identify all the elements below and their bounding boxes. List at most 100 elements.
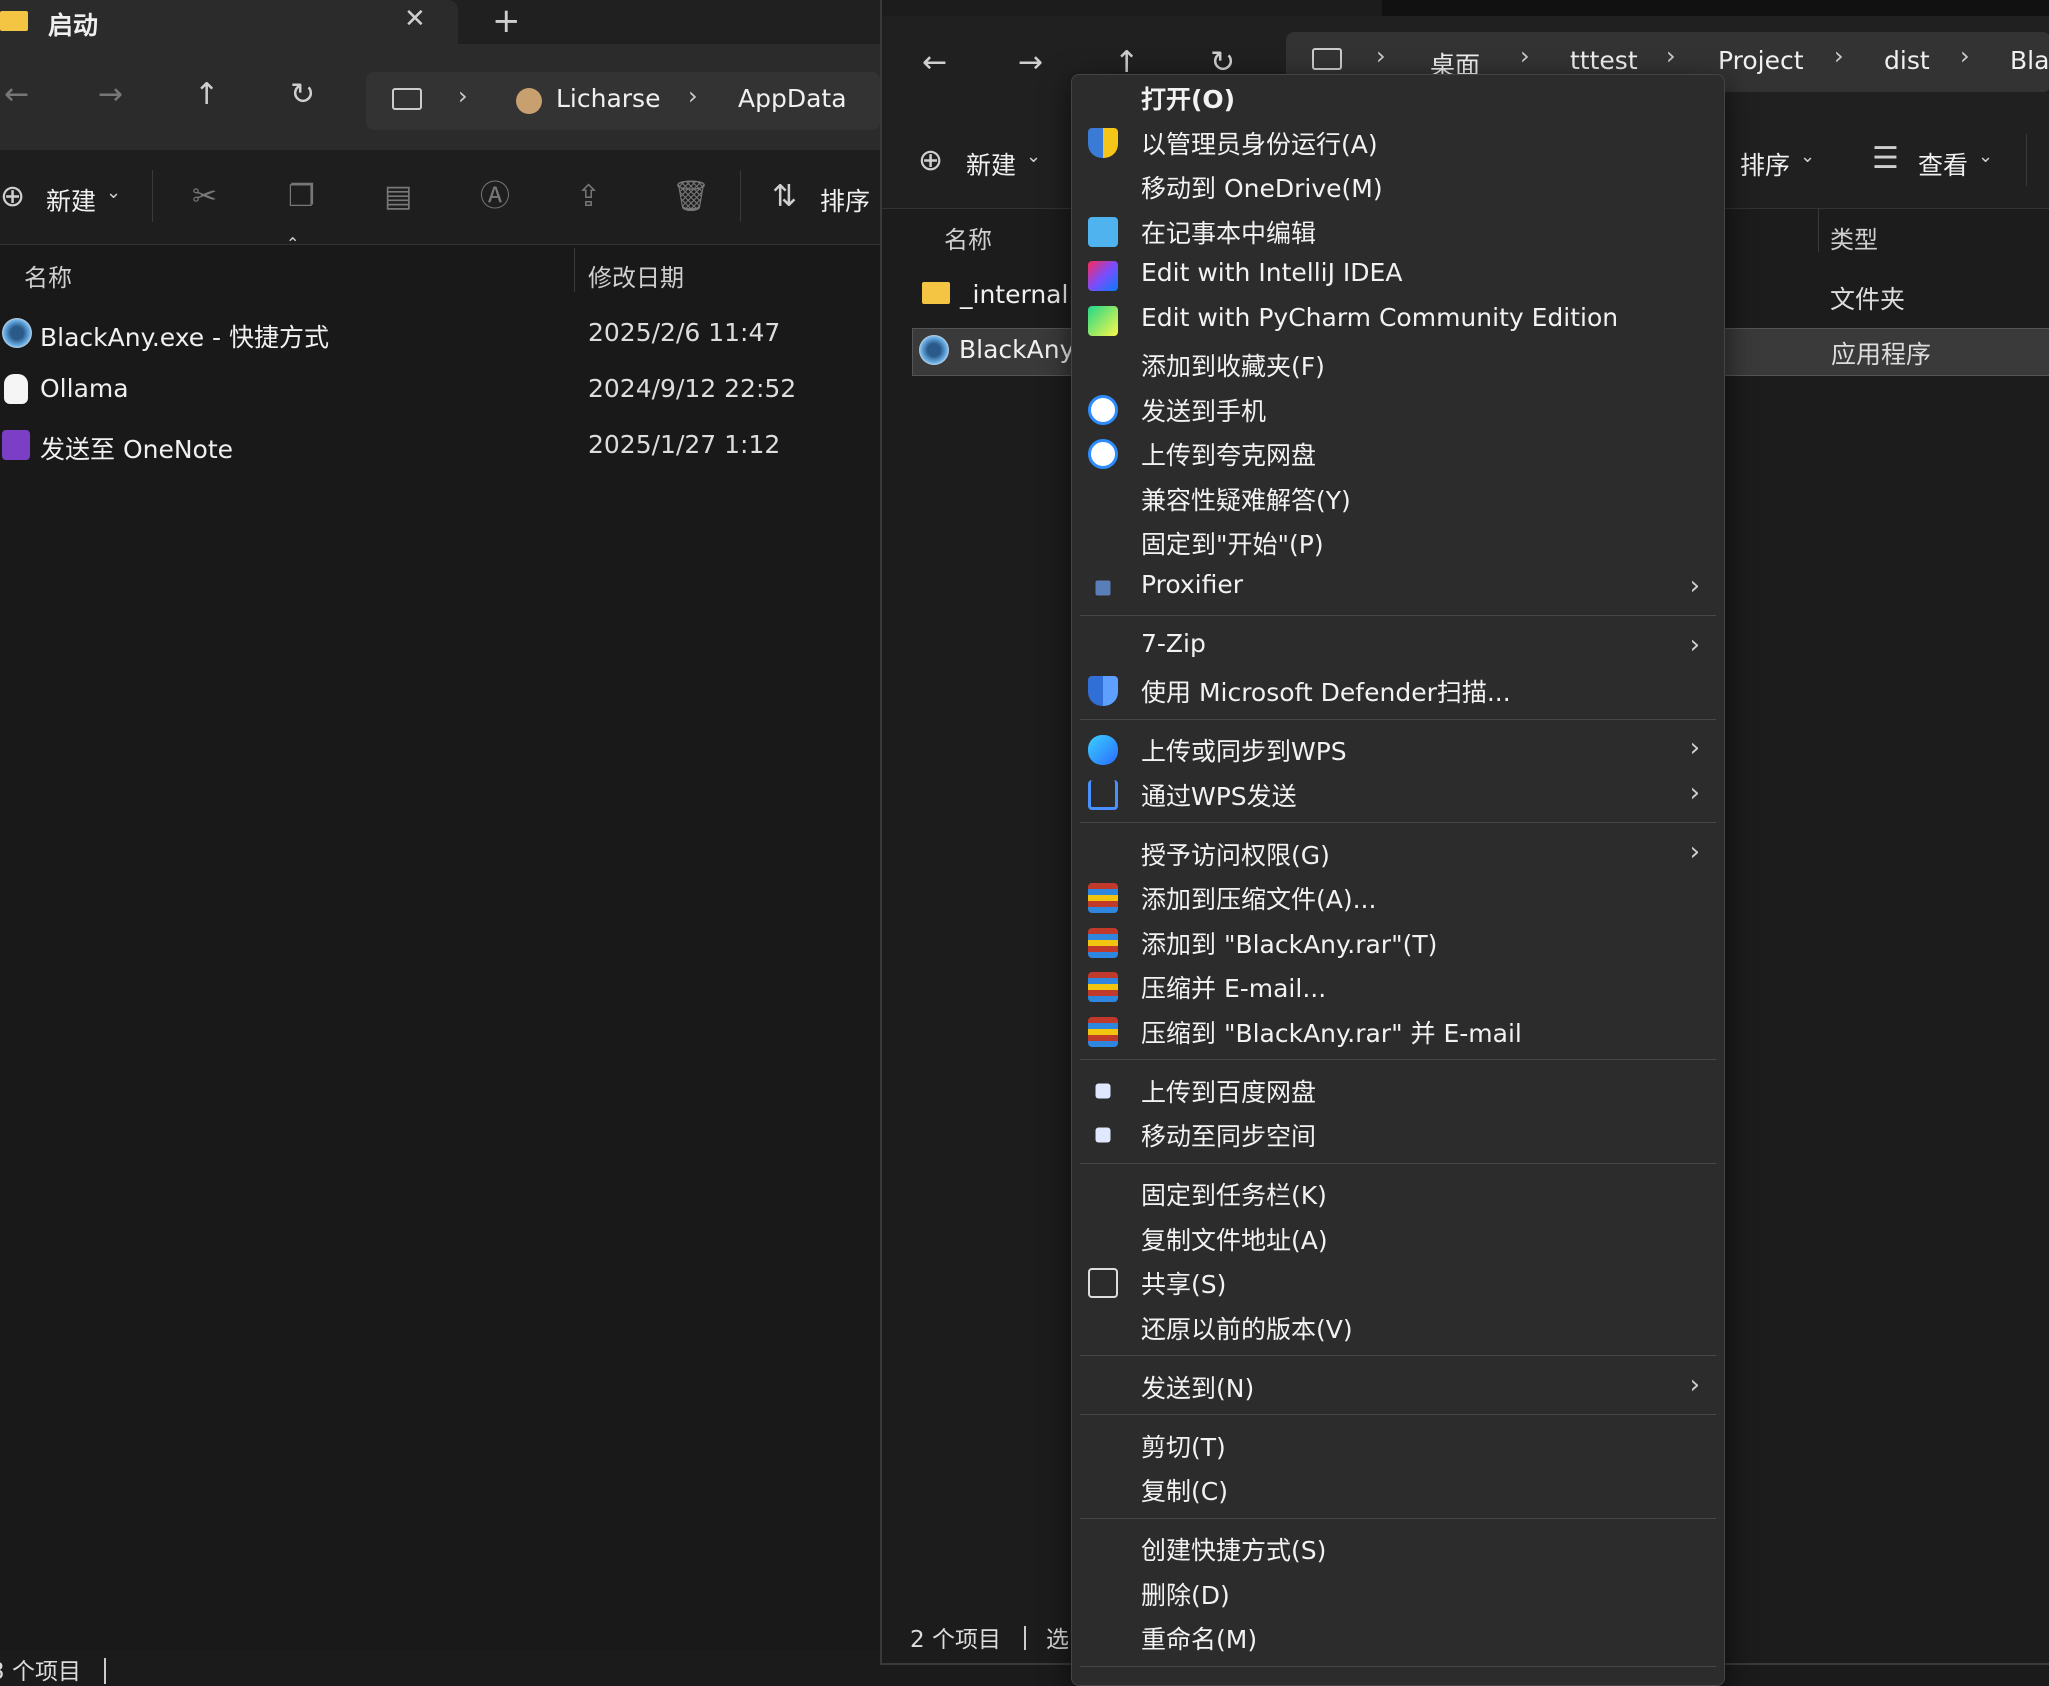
breadcrumb-appdata[interactable]: AppData xyxy=(738,84,847,113)
winrar-icon xyxy=(1088,1016,1118,1047)
menu-item[interactable]: 压缩并 E-mail... xyxy=(1072,964,1724,1008)
sort-button[interactable]: 排序 xyxy=(820,182,870,218)
chevron-right-icon: › xyxy=(1834,42,1844,70)
back-arrow-icon[interactable]: ← xyxy=(4,80,29,110)
chevron-right-icon: › xyxy=(1689,733,1700,763)
menu-item-label: 授予访问权限(G) xyxy=(1141,840,1330,870)
menu-item[interactable]: 固定到任务栏(K) xyxy=(1072,1171,1724,1215)
left-explorer-window: 启动 ✕ + ← → ↑ ↻ › Licharse › AppData ⊕ 新建… xyxy=(0,0,880,1685)
menu-item[interactable]: 添加到压缩文件(A)... xyxy=(1072,875,1724,919)
menu-item[interactable]: 创建快捷方式(S) xyxy=(1072,1526,1724,1570)
menu-item[interactable]: 上传或同步到WPS › xyxy=(1072,727,1724,771)
breadcrumb-project[interactable]: Project xyxy=(1718,46,1804,75)
up-arrow-icon[interactable]: ↑ xyxy=(194,80,219,110)
menu-item[interactable]: 使用 Microsoft Defender扫描... xyxy=(1072,668,1724,712)
left-address-bar[interactable]: › Licharse › AppData xyxy=(366,72,880,130)
breadcrumb-licharse[interactable]: Licharse xyxy=(556,84,660,113)
file-row[interactable]: 发送至 OneNote 2025/1/27 1:12 xyxy=(0,424,880,468)
column-header-name[interactable]: 名称 xyxy=(24,258,72,293)
breadcrumb-bla[interactable]: Bla xyxy=(2010,46,2049,75)
menu-item[interactable]: 剪切(T) xyxy=(1072,1423,1724,1467)
new-plus-icon[interactable]: ⊕ xyxy=(918,146,943,176)
menu-item-label: 使用 Microsoft Defender扫描... xyxy=(1141,678,1511,707)
status-count: 2 个项目 xyxy=(910,1627,1001,1653)
menu-item[interactable]: 上传到夸克网盘 xyxy=(1072,431,1724,475)
notepad-icon xyxy=(1088,216,1118,247)
menu-item[interactable]: 发送到(N) › xyxy=(1072,1364,1724,1408)
refresh-icon[interactable]: ↻ xyxy=(290,80,315,110)
blackany-icon xyxy=(2,318,32,348)
file-row[interactable]: Ollama 2024/9/12 22:52 xyxy=(0,368,880,412)
menu-item[interactable]: 发送到手机 xyxy=(1072,387,1724,431)
menu-item-label: 上传或同步到WPS xyxy=(1141,737,1347,766)
sort-icon[interactable]: ⇅ xyxy=(772,182,797,212)
menu-item[interactable]: 添加到收藏夹(F) xyxy=(1072,342,1724,386)
menu-item[interactable]: 删除(D) xyxy=(1072,1571,1724,1615)
file-name: Ollama xyxy=(40,374,129,403)
breadcrumb-tttest[interactable]: tttest xyxy=(1570,46,1638,75)
menu-item[interactable]: 重命名(M) xyxy=(1072,1615,1724,1659)
menu-separator xyxy=(1080,1162,1716,1164)
menu-item[interactable]: Edit with PyCharm Community Edition xyxy=(1072,298,1724,342)
blackany-icon xyxy=(919,335,949,365)
menu-item-label: 还原以前的版本(V) xyxy=(1141,1314,1353,1344)
column-divider[interactable] xyxy=(1818,208,1819,252)
column-divider[interactable] xyxy=(574,248,575,292)
cut-icon[interactable]: ✂ xyxy=(192,182,217,212)
menu-item[interactable]: 打开(O) xyxy=(1072,75,1724,119)
folder-icon xyxy=(0,11,28,31)
defender-icon xyxy=(1088,676,1118,706)
view-button[interactable]: 查看 xyxy=(1918,146,1968,182)
new-button[interactable]: 新建 xyxy=(966,146,1016,182)
menu-item[interactable]: 通过WPS发送 › xyxy=(1072,772,1724,816)
menu-item[interactable]: 还原以前的版本(V) xyxy=(1072,1305,1724,1349)
menu-item[interactable]: 添加到 "BlackAny.rar"(T) xyxy=(1072,920,1724,964)
forward-arrow-icon[interactable]: → xyxy=(1018,48,1043,78)
menu-item[interactable]: 以管理员身份运行(A) xyxy=(1072,120,1724,164)
menu-item[interactable]: 7-Zip › xyxy=(1072,624,1724,668)
breadcrumb-dist[interactable]: dist xyxy=(1884,46,1930,75)
menu-item[interactable]: 属性(R) xyxy=(1072,1674,1724,1685)
share-icon[interactable]: ⇪ xyxy=(576,182,601,212)
menu-item[interactable]: 在记事本中编辑 xyxy=(1072,209,1724,253)
menu-item[interactable]: 共享(S) xyxy=(1072,1260,1724,1304)
column-header-type[interactable]: 类型 xyxy=(1830,220,1878,255)
menu-item[interactable]: 上传到百度网盘 xyxy=(1072,1068,1724,1112)
menu-item-label: 固定到任务栏(K) xyxy=(1141,1181,1327,1210)
back-arrow-icon[interactable]: ← xyxy=(922,48,947,78)
left-tab[interactable]: 启动 ✕ xyxy=(0,0,458,44)
new-button[interactable]: 新建 xyxy=(46,182,96,218)
right-title-strip xyxy=(1382,0,2049,16)
menu-separator xyxy=(1080,1414,1716,1415)
context-menu: 打开(O) 以管理员身份运行(A) 移动到 OneDrive(M) 在记事本中编辑 Ed… xyxy=(1071,74,1725,1686)
menu-item-label: 打开(O) xyxy=(1141,85,1236,114)
menu-item[interactable]: 固定到"开始"(P) xyxy=(1072,520,1724,564)
close-tab-icon[interactable]: ✕ xyxy=(404,6,426,32)
menu-item[interactable]: 授予访问权限(G) › xyxy=(1072,831,1724,875)
menu-item[interactable]: 复制(C) xyxy=(1072,1467,1724,1511)
menu-item[interactable]: 兼容性疑难解答(Y) xyxy=(1072,476,1724,520)
sort-button[interactable]: 排序 xyxy=(1740,146,1790,182)
forward-arrow-icon[interactable]: → xyxy=(98,80,123,110)
copy-icon[interactable]: ❐ xyxy=(288,182,315,212)
toolbar-divider xyxy=(740,170,741,222)
share-icon xyxy=(1088,1268,1118,1298)
delete-icon[interactable]: 🗑 xyxy=(672,182,710,212)
menu-item-label: 固定到"开始"(P) xyxy=(1141,530,1324,559)
column-header-modified[interactable]: 修改日期 xyxy=(588,258,684,293)
menu-item[interactable]: 移动到 OneDrive(M) xyxy=(1072,164,1724,208)
folder-icon xyxy=(922,282,950,304)
menu-item[interactable]: Proxifier › xyxy=(1072,565,1724,609)
new-tab-button[interactable]: + xyxy=(492,4,521,38)
file-row[interactable]: BlackAny.exe - 快捷方式 2025/2/6 11:47 xyxy=(0,312,880,356)
column-header-name[interactable]: 名称 xyxy=(944,220,992,255)
menu-item[interactable]: Edit with IntelliJ IDEA xyxy=(1072,253,1724,297)
paste-icon[interactable]: ▤ xyxy=(384,182,412,212)
menu-item[interactable]: 压缩到 "BlackAny.rar" 并 E-mail xyxy=(1072,1009,1724,1053)
menu-item[interactable]: 移动至同步空间 xyxy=(1072,1112,1724,1156)
rename-icon[interactable]: Ⓐ xyxy=(480,182,510,212)
menu-item-label: 复制(C) xyxy=(1141,1477,1228,1506)
new-plus-icon[interactable]: ⊕ xyxy=(0,182,25,212)
menu-item[interactable]: 复制文件地址(A) xyxy=(1072,1216,1724,1260)
view-lines-icon[interactable]: ☰ xyxy=(1872,144,1899,174)
